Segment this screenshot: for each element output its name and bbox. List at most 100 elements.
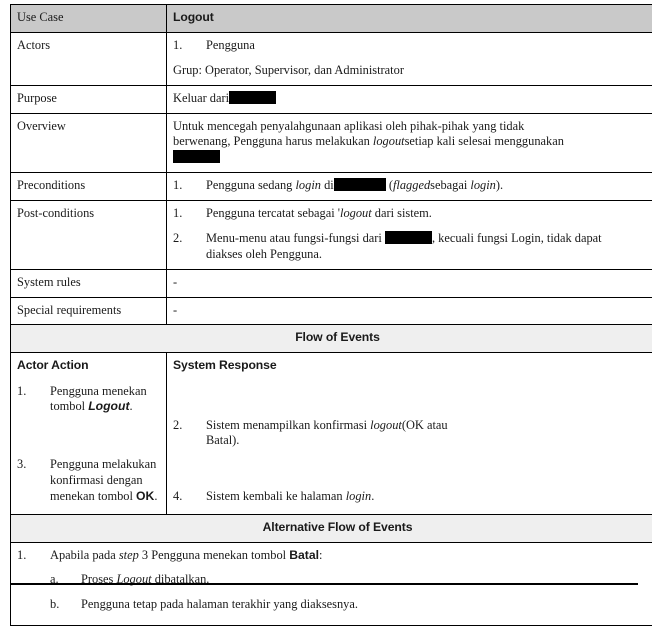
list-item: 1. Pengguna sedang login di (flaggedseba… (173, 178, 652, 194)
overview-label-text: Overview (17, 119, 66, 133)
postconditions-value: 1. Pengguna tercatat sebagai 'logout dar… (167, 201, 652, 270)
postcond2-text-a: Menu-menu atau fungsi-fungsi dari (206, 231, 382, 245)
alternative-flow-sublist: a. Proses Logout dibatalkan. b. Pengguna… (50, 572, 652, 613)
list-marker: 2. (173, 418, 182, 434)
use-case-label-text: Use Case (17, 10, 63, 24)
preconditions-list: 1. Pengguna sedang login di (flaggedseba… (173, 178, 652, 194)
alternative-flow-list: 1. Apabila pada step 3 Pengguna menekan … (17, 548, 652, 614)
system-step-4-period: . (371, 489, 374, 503)
use-case-title: Logout (173, 10, 214, 24)
list-item: 1. Apabila pada step 3 Pengguna menekan … (17, 548, 652, 614)
system-step-4-text-a: Sistem kembali ke halaman (206, 489, 343, 503)
system-steps-list: 2. Sistem menampilkan konfirmasi logout(… (173, 418, 652, 450)
document-page: Use Case Logout Actors 1. Pengguna (0, 0, 652, 588)
preconditions-value: 1. Pengguna sedang login di (flaggedseba… (167, 173, 652, 201)
actor-steps-list-2: 3. Pengguna melakukan konfirmasi dengan … (17, 457, 160, 505)
system-column-spacer-mid (173, 449, 652, 489)
list-marker: 1. (173, 206, 182, 222)
system-rules-value: - (167, 269, 652, 297)
system-step-4-italic: login (346, 489, 371, 503)
postcond1-italic-logout: logout (340, 206, 372, 220)
precond-text-d: sebagai (430, 178, 467, 192)
alt-item-1-text-b: 3 Pengguna menekan tombol (142, 548, 286, 562)
actor-step-3-line-2: menekan tombol OK. (50, 489, 160, 505)
overview-line-2: berwenang, Pengguna harus melakukan logo… (173, 134, 652, 150)
system-step-2-text-a: Sistem menampilkan konfirmasi (206, 418, 367, 432)
table-row-flow-of-events-body: Actor Action 1. Pengguna menekan tombol … (11, 352, 652, 514)
actor-steps-list: 1. Pengguna menekan tombol Logout. (17, 384, 160, 416)
preconditions-label-text: Preconditions (17, 178, 85, 192)
table-row-use-case: Use Case Logout (11, 5, 652, 33)
actor-step-3-period: . (154, 489, 157, 503)
special-requirements-value: - (167, 297, 652, 325)
postconditions-list: 1. Pengguna tercatat sebagai 'logout dar… (173, 206, 652, 263)
precond-italic-flagged: flagged (393, 178, 430, 192)
purpose-value: Keluar dari (167, 85, 652, 113)
alt-sub-b-text-a: Pengguna tetap pada halaman terakhir yan… (81, 597, 358, 611)
use-case-label: Use Case (11, 5, 167, 33)
table-row-postconditions: Post-conditions 1. Pengguna tercatat seb… (11, 201, 652, 270)
list-item: 1. Pengguna tercatat sebagai 'logout dar… (173, 206, 652, 222)
alt-item-1-italic-step: step (119, 548, 139, 562)
system-column-spacer-top (173, 384, 652, 418)
table-row-overview: Overview Untuk mencegah penyalahgunaan a… (11, 113, 652, 173)
redaction-block (385, 231, 432, 244)
list-item: 3. Pengguna melakukan konfirmasi dengan … (17, 457, 160, 505)
overview-text-a: berwenang, Pengguna harus melakukan (173, 134, 370, 148)
system-response-column: System Response 2. Sistem menampilkan ko… (167, 352, 652, 514)
list-marker: 1. (173, 38, 182, 54)
table-row-special-requirements: Special requirements - (11, 297, 652, 325)
system-response-header: System Response (173, 358, 652, 374)
overview-line-3 (173, 150, 652, 166)
postcond1-text-a: Pengguna tercatat sebagai ' (206, 206, 340, 220)
list-marker: a. (50, 572, 59, 588)
system-step-2-text-b: (OK atau (402, 418, 448, 432)
special-requirements-label-text: Special requirements (17, 303, 121, 317)
actors-group-note: Grup: Operator, Supervisor, dan Administ… (173, 63, 652, 79)
alt-item-1-emphasis: Batal (289, 548, 319, 562)
actor-step-3-emphasis: OK (136, 489, 154, 503)
table-row-preconditions: Preconditions 1. Pengguna sedang login d… (11, 173, 652, 201)
list-marker: b. (50, 597, 59, 613)
table-row-purpose: Purpose Keluar dari (11, 85, 652, 113)
page-bottom-rule (10, 583, 638, 585)
use-case-value: Logout (167, 5, 652, 33)
actor-action-header: Actor Action (17, 358, 160, 374)
overview-value: Untuk mencegah penyalahgunaan aplikasi o… (167, 113, 652, 173)
system-steps-list-2: 4. Sistem kembali ke halaman login. (173, 489, 652, 505)
list-marker: 2. (173, 231, 182, 247)
actor-action-column: Actor Action 1. Pengguna menekan tombol … (11, 352, 167, 514)
system-rules-label: System rules (11, 269, 167, 297)
special-requirements-dash: - (173, 303, 177, 319)
postcond2-text-c: diakses oleh Pengguna. (206, 247, 652, 263)
table-row-actors: Actors 1. Pengguna Grup: Operator, Super… (11, 32, 652, 85)
list-item: b. Pengguna tetap pada halaman terakhir … (50, 597, 652, 613)
actor-column-spacer (17, 415, 160, 457)
precond-paren-close: ). (496, 178, 503, 192)
list-item: 1. Pengguna (173, 38, 652, 54)
system-step-2-line-2: Batal). (206, 433, 652, 449)
actor-step-3-text-a: Pengguna melakukan konfirmasi dengan (50, 457, 156, 487)
alt-item-1-text-a: Apabila pada (50, 548, 116, 562)
actors-label: Actors (11, 32, 167, 85)
list-marker: 1. (173, 178, 182, 194)
redaction-block (229, 91, 276, 104)
purpose-label: Purpose (11, 85, 167, 113)
precond-italic-login-2: login (470, 178, 495, 192)
postcond2-text-b: , kecuali fungsi Login, tidak dapat (432, 231, 602, 245)
actor-step-1-emphasis: Logout (88, 399, 129, 413)
alt-item-1-colon: : (319, 548, 322, 562)
overview-line-1: Untuk mencegah penyalahgunaan aplikasi o… (173, 119, 652, 135)
actors-label-text: Actors (17, 38, 50, 52)
system-step-2-italic: logout (370, 418, 402, 432)
actor-step-3-text-b: menekan tombol (50, 489, 133, 503)
actors-list: 1. Pengguna (173, 38, 652, 54)
system-rules-label-text: System rules (17, 275, 81, 289)
purpose-label-text: Purpose (17, 91, 57, 105)
flow-of-events-title: Flow of Events (11, 325, 652, 353)
table-row-alternative-flow-header: Alternative Flow of Events (11, 514, 652, 542)
overview-text-b: setiap kali selesai menggunakan (405, 134, 564, 148)
list-marker: 3. (17, 457, 26, 473)
list-item: 4. Sistem kembali ke halaman login. (173, 489, 652, 505)
use-case-table: Use Case Logout Actors 1. Pengguna (10, 4, 652, 626)
